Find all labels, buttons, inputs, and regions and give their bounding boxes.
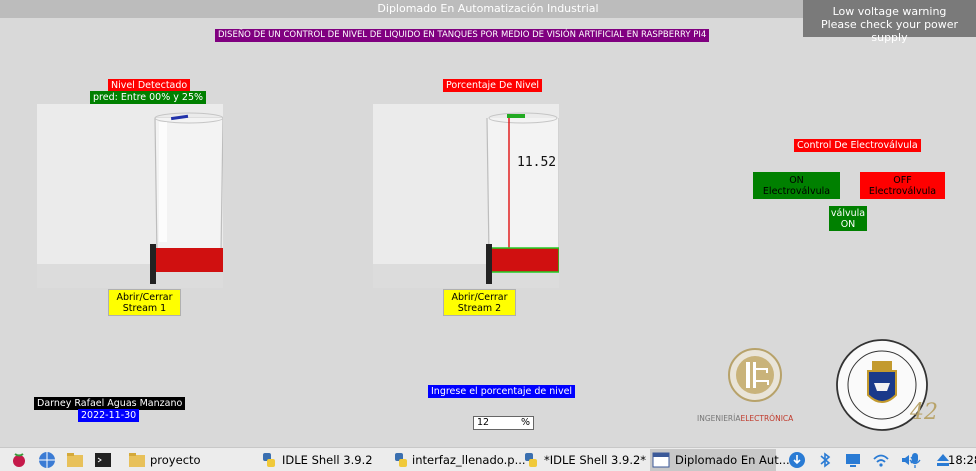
ingenieria-electronica-logo — [715, 347, 795, 417]
level-percent-overlay: 11.52 % — [517, 155, 559, 170]
valve-off-line-1: OFF — [893, 175, 912, 186]
tank-image-1 — [37, 104, 223, 288]
toggle-stream-1-line-1: Abrir/Cerrar — [116, 292, 173, 303]
warning-line-2: Please check your power supply — [820, 18, 959, 44]
valve-off-line-2: Electroválvula — [868, 186, 937, 197]
valve-status-line-1: válvula — [830, 208, 866, 219]
terminal-icon[interactable] — [94, 451, 112, 469]
raspberry-menu-icon[interactable] — [10, 451, 28, 469]
level-percentage-label: Porcentaje De Nivel — [443, 79, 543, 92]
camera-stream-1 — [37, 104, 223, 288]
ie-logo-emblem — [728, 348, 782, 402]
taskbar-app-interfaz[interactable]: interfaz_llenado.p... — [412, 451, 526, 469]
ie-logo-text-ingenieria: INGENIERÍA — [697, 414, 741, 423]
update-icon[interactable] — [788, 451, 806, 469]
taskbar-app-proyecto[interactable]: proyecto — [150, 451, 201, 469]
valve-on-line-2: Electroválvula — [762, 186, 831, 197]
level-percent-input[interactable]: 12 % — [473, 416, 534, 430]
toggle-stream-2-line-2: Stream 2 — [457, 303, 502, 314]
tank-image-2: 11.52 % — [373, 104, 559, 288]
folder-icon — [129, 453, 145, 467]
level-input-label: Ingrese el porcentaje de nivel — [428, 385, 576, 398]
valve-on-line-1: ON — [789, 175, 804, 186]
svg-text:42: 42 — [909, 400, 938, 425]
valve-control-label: Control De Electroválvula — [794, 139, 921, 152]
low-voltage-warning: Low voltage warning Please check your po… — [803, 0, 976, 44]
window-title: Diplomado En Automatización Industrial — [377, 2, 599, 15]
toggle-stream-1-button[interactable]: Abrir/Cerrar Stream 1 — [108, 289, 181, 316]
ie-logo-text: INGENIERÍAELECTRÓNICA — [697, 414, 793, 423]
python-icon — [263, 453, 275, 467]
level-percent-value: 12 — [477, 417, 490, 428]
window-icon — [652, 452, 670, 468]
taskbar-app-idle-shell[interactable]: IDLE Shell 3.9.2 — [282, 451, 373, 469]
taskbar-clock: 18:28 — [948, 453, 976, 467]
toggle-stream-1-line-2: Stream 1 — [122, 303, 167, 314]
warning-line-1: Low voltage warning — [832, 5, 947, 18]
ie-logo-text-electronica: ELECTRÓNICA — [740, 414, 794, 423]
author-date: 2022-11-30 — [78, 409, 140, 422]
taskbar: proyecto IDLE Shell 3.9.2 interfaz_llena… — [0, 447, 976, 471]
microphone-icon[interactable] — [906, 451, 924, 469]
valve-on-button[interactable]: ON Electroválvula — [753, 172, 840, 199]
toggle-stream-2-line-1: Abrir/Cerrar — [451, 292, 508, 303]
python-icon — [395, 453, 407, 467]
project-title-banner: DISEÑO DE UN CONTROL DE NIVEL DE LIQUIDO… — [215, 29, 710, 42]
bluetooth-icon[interactable] — [816, 451, 834, 469]
level-percent-unit: % — [520, 417, 530, 428]
camera-stream-2: 11.52 % — [373, 104, 559, 288]
taskbar-app-diplomado[interactable]: Diplomado En Aut... — [675, 451, 790, 469]
python-icon — [525, 453, 537, 467]
valve-status-badge: válvula ON — [829, 206, 867, 231]
uni-logo-seal: 42 — [836, 339, 938, 431]
prediction-label: pred: Entre 00% y 25% — [90, 91, 207, 104]
wifi-icon[interactable] — [872, 451, 890, 469]
toggle-stream-2-button[interactable]: Abrir/Cerrar Stream 2 — [443, 289, 516, 316]
universidad-pamplona-logo: 42 — [832, 337, 938, 437]
valve-status-line-2: ON — [840, 219, 856, 230]
file-manager-icon[interactable] — [66, 451, 84, 469]
taskbar-app-idle-shell-modified[interactable]: *IDLE Shell 3.9.2* — [544, 451, 646, 469]
display-icon[interactable] — [844, 451, 862, 469]
valve-off-button[interactable]: OFF Electroválvula — [860, 172, 945, 199]
web-browser-icon[interactable] — [38, 451, 56, 469]
